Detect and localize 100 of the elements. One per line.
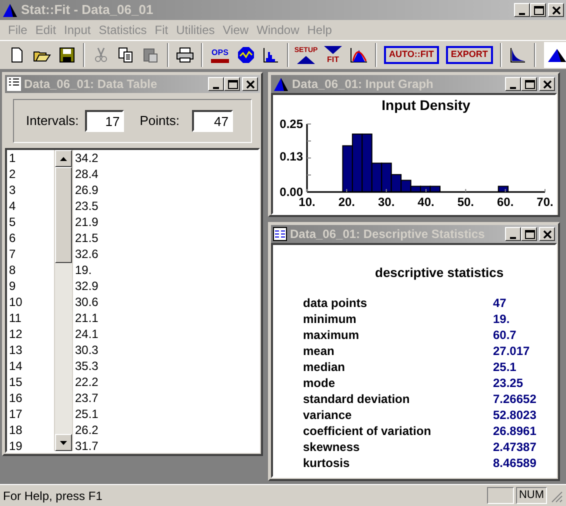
scroll-thumb[interactable] [55, 167, 72, 263]
maximize-button[interactable] [521, 227, 537, 241]
stat-value: 8.46589 [493, 455, 536, 472]
maximize-icon [522, 228, 536, 240]
ops-button[interactable]: OPS [208, 43, 232, 67]
triangle-icon [296, 54, 316, 64]
table-cell-text: 30.6 [75, 294, 100, 310]
table-cell-text: 23.7 [75, 390, 100, 406]
table-cell-text: 21.9 [75, 214, 100, 230]
row-number: 17 [9, 406, 24, 422]
chart-title: Input Density [382, 97, 470, 113]
minimize-icon [213, 86, 219, 88]
close-button[interactable] [242, 77, 258, 91]
x-tick-label: 40. [418, 195, 434, 209]
histogram-bar [352, 134, 363, 192]
table-cell-text: 28.4 [75, 166, 100, 182]
stat-value: 60.7 [493, 327, 516, 344]
row-number: 15 [9, 374, 24, 390]
row-number: 14 [9, 358, 24, 374]
scrollbar[interactable] [55, 150, 72, 451]
minimize-button[interactable] [505, 227, 521, 241]
stat-label: data points [303, 295, 368, 312]
maximize-icon [226, 78, 238, 90]
x-tick-label: 20. [338, 195, 355, 209]
stat-value: 52.8023 [493, 407, 536, 424]
menu-item[interactable]: File [4, 21, 32, 39]
intervals-field[interactable]: 17 [84, 110, 124, 132]
stat-value: 19. [493, 311, 510, 328]
menu-item[interactable]: Window [252, 21, 304, 39]
points-field[interactable]: 47 [192, 110, 232, 132]
row-number: 8 [9, 262, 17, 278]
stat-label: median [303, 359, 346, 376]
table-icon [7, 77, 21, 91]
table-cell-text: 21.1 [75, 310, 100, 326]
row-number: 9 [9, 278, 17, 294]
row-number: 6 [9, 230, 17, 246]
window-title: Stat::Fit - Data_06_01 [21, 1, 154, 20]
stat-value: 47 [493, 295, 506, 312]
stat-label: mean [303, 343, 336, 360]
y-tick-label: 0.25 [280, 117, 303, 131]
table-cell-text: 34.2 [75, 150, 100, 166]
row-number: 4 [9, 198, 17, 214]
menu-item[interactable]: Fit [150, 21, 172, 39]
maximize-button[interactable] [521, 77, 537, 91]
menu-item[interactable]: Input [60, 21, 95, 39]
table-cell-text: 24.1 [75, 326, 100, 342]
table-cell-text: 26.9 [75, 182, 100, 198]
row-number: 10 [9, 294, 24, 310]
scroll-down-button[interactable] [55, 434, 72, 451]
table-cell-text: 32.9 [75, 278, 100, 294]
minimize-icon [510, 236, 516, 238]
close-icon [244, 78, 256, 90]
stat-value: 27.017 [493, 343, 530, 360]
row-number: 2 [9, 166, 17, 182]
chart-icon [273, 76, 289, 92]
scroll-up-button[interactable] [55, 150, 72, 167]
table-cell-text: 25.1 [75, 406, 100, 422]
close-button[interactable] [539, 77, 555, 91]
close-icon [540, 78, 554, 90]
export-button[interactable]: EXPORT [446, 46, 493, 64]
menu-item[interactable]: Statistics [94, 21, 151, 39]
stat-value: 2.47387 [493, 439, 536, 456]
stat-value: 25.1 [493, 359, 516, 376]
window-title: Data_06_01: Input Graph [292, 76, 434, 93]
status-pane [486, 487, 514, 504]
num-lock-indicator: NUM [516, 487, 547, 504]
row-number: 12 [9, 326, 24, 342]
menu-item[interactable]: Utilities [172, 21, 219, 39]
stat-label: variance [303, 407, 353, 424]
table-cell-text: 21.5 [75, 230, 100, 246]
table-cell-text: 30.3 [75, 342, 100, 358]
menu-item[interactable]: Help [303, 21, 336, 39]
fit-button[interactable]: FIT [321, 43, 345, 67]
maximize-icon [532, 4, 544, 16]
maximize-button[interactable] [224, 77, 240, 91]
menu-item[interactable]: Edit [31, 21, 60, 39]
stat-value: 23.25 [493, 375, 524, 392]
minimize-button[interactable] [505, 77, 521, 91]
minimize-button[interactable] [514, 3, 530, 17]
row-number: 13 [9, 342, 24, 358]
stat-label: mode [303, 375, 336, 392]
maximize-button[interactable] [530, 3, 546, 17]
close-button[interactable] [539, 227, 555, 241]
stat-label: coefficient of variation [303, 423, 432, 440]
table-cell-text: 22.2 [75, 374, 100, 390]
table-cell-text: 32.6 [75, 246, 100, 262]
row-number: 11 [9, 310, 22, 326]
distribution-button[interactable] [544, 42, 566, 68]
table-cell-text: 35.3 [75, 358, 100, 374]
menu-item[interactable]: View [218, 21, 253, 39]
close-button[interactable] [548, 3, 564, 17]
auto-fit-button[interactable]: AUTO::FIT [384, 46, 439, 64]
minimize-button[interactable] [208, 77, 224, 91]
close-icon [540, 228, 554, 240]
status-text: For Help, press F1 [3, 488, 102, 504]
histogram-bar [498, 186, 509, 192]
table-cell-text: 26.2 [75, 422, 100, 438]
row-number: 3 [9, 182, 17, 198]
resize-grip-icon[interactable] [549, 488, 563, 502]
table-cell-text: 19. [75, 262, 93, 278]
